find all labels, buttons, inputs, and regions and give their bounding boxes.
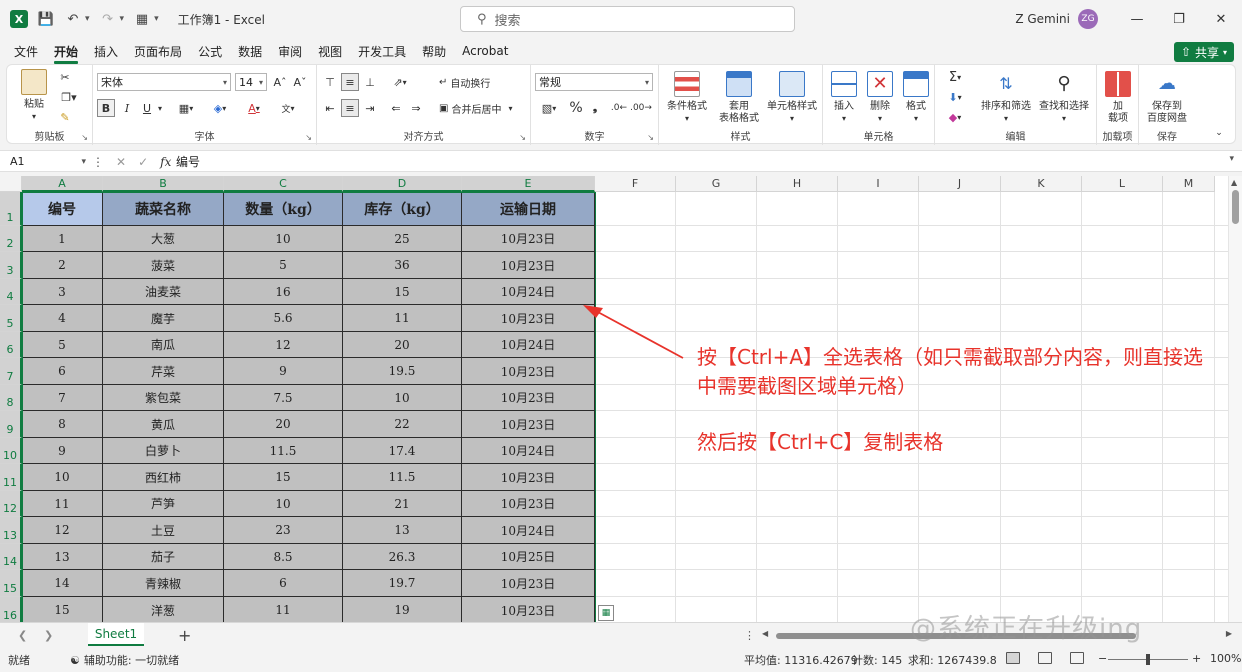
zoom-out-icon[interactable]: − <box>1098 652 1107 665</box>
status-bar: 就绪 ☯ 辅助功能: 一切就绪 平均值: 11316.42679 计数: 145 … <box>0 648 1242 672</box>
average-status[interactable]: 平均值: 11316.42679 <box>744 652 858 668</box>
sheet-tab-sheet1[interactable]: Sheet1 <box>88 623 144 646</box>
count-status[interactable]: 计数: 145 <box>852 652 902 668</box>
watermark: @系统正在升级ing <box>910 614 1143 644</box>
page-break-view-icon[interactable] <box>1070 652 1084 664</box>
annotation-arrow <box>583 305 684 359</box>
accessibility-status[interactable]: ☯ 辅助功能: 一切就绪 <box>70 652 179 668</box>
ready-status: 就绪 <box>8 654 30 667</box>
add-sheet-icon[interactable]: + <box>178 626 191 645</box>
sum-status[interactable]: 求和: 1267439.8 <box>908 652 997 668</box>
accessibility-icon: ☯ <box>70 653 80 667</box>
page-layout-view-icon[interactable] <box>1038 652 1052 664</box>
next-sheet-icon[interactable]: ❯ <box>44 629 53 642</box>
zoom-slider-knob[interactable] <box>1146 654 1150 665</box>
arrow-head <box>583 305 603 318</box>
vertical-scrollbar[interactable]: ▲ <box>1228 176 1242 622</box>
zoom-level[interactable]: 100% <box>1210 652 1241 665</box>
scroll-left-icon[interactable]: ◀ <box>762 629 768 638</box>
normal-view-icon[interactable] <box>1006 652 1020 664</box>
scroll-up-icon[interactable]: ▲ <box>1231 178 1237 187</box>
arrow-line <box>595 310 684 359</box>
scroll-right-icon[interactable]: ▶ <box>1226 629 1232 638</box>
prev-sheet-icon[interactable]: ❮ <box>18 629 27 642</box>
vertical-scroll-thumb[interactable] <box>1232 190 1239 224</box>
more-icon[interactable]: ⋮ <box>744 629 755 642</box>
zoom-in-icon[interactable]: + <box>1192 652 1201 665</box>
